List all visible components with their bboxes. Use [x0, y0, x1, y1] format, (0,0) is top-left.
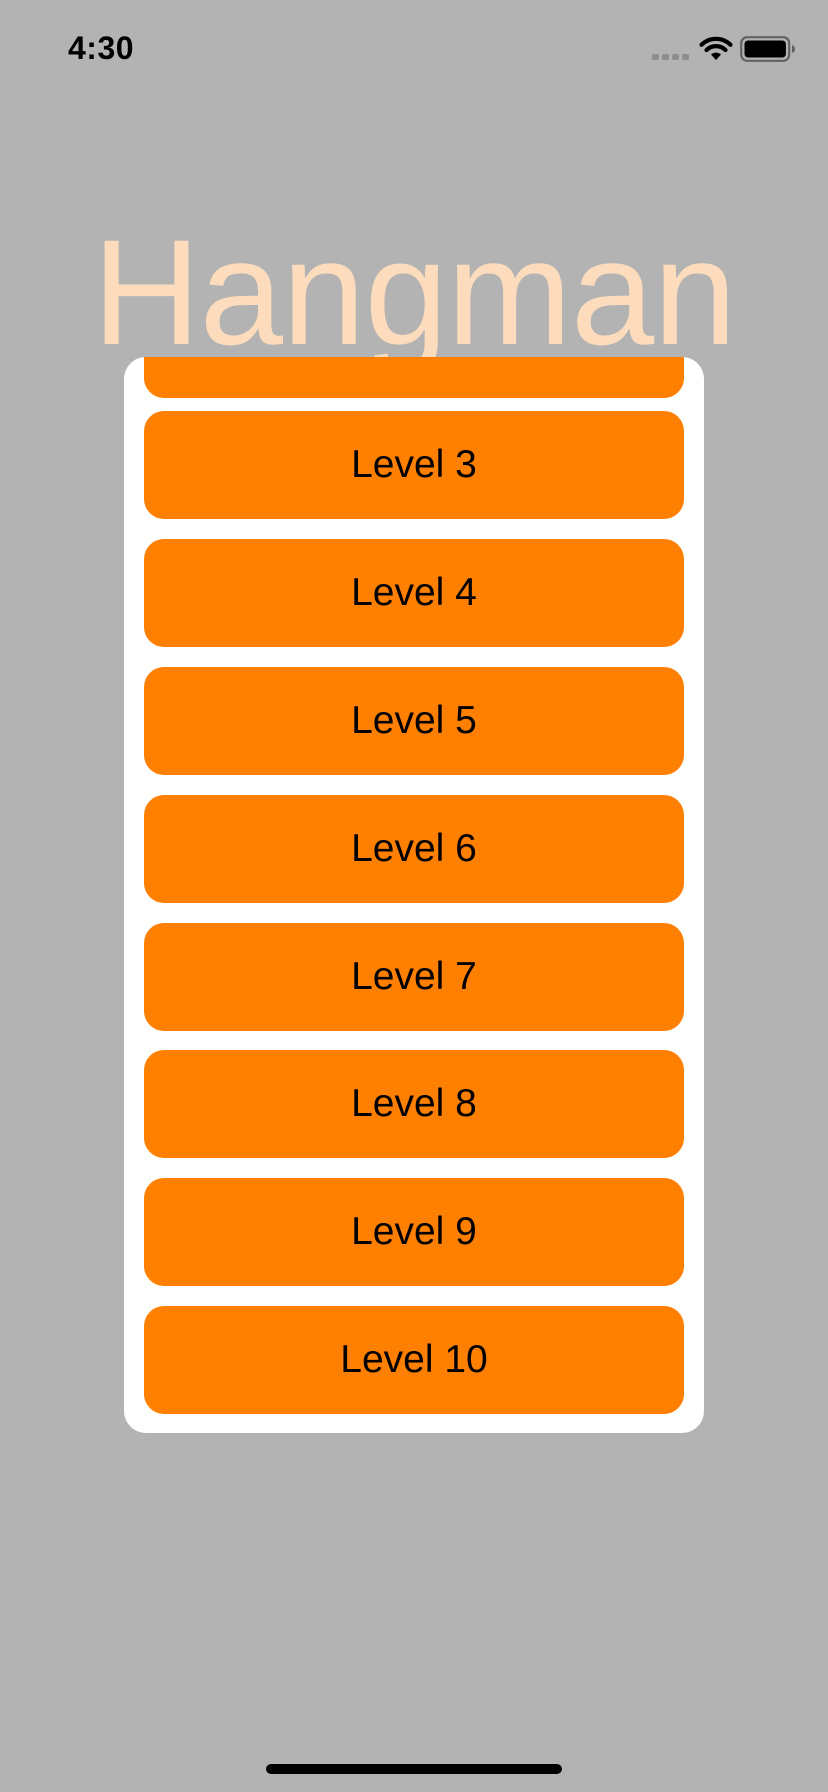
- status-time: 4:30: [68, 30, 135, 66]
- app-title: Hangman: [92, 208, 736, 376]
- wifi-icon: [699, 36, 733, 60]
- battery-icon: [740, 36, 795, 62]
- level-button-10[interactable]: Level 10: [144, 1306, 684, 1414]
- level-button-8[interactable]: Level 8: [144, 1050, 684, 1158]
- home-indicator[interactable]: [266, 1764, 562, 1774]
- level-button-4[interactable]: Level 4: [144, 539, 684, 647]
- level-button-9[interactable]: Level 9: [144, 1178, 684, 1286]
- level-list[interactable]: Level 3 Level 4 Level 5 Level 6 Level 7 …: [124, 357, 704, 1433]
- status-bar: 4:30: [0, 0, 828, 100]
- level-button-7[interactable]: Level 7: [144, 923, 684, 1031]
- level-button-3[interactable]: Level 3: [144, 411, 684, 519]
- level-button-6[interactable]: Level 6: [144, 795, 684, 903]
- signal-icon: [652, 54, 689, 60]
- level-button-5[interactable]: Level 5: [144, 667, 684, 775]
- level-button-partial[interactable]: [144, 357, 684, 398]
